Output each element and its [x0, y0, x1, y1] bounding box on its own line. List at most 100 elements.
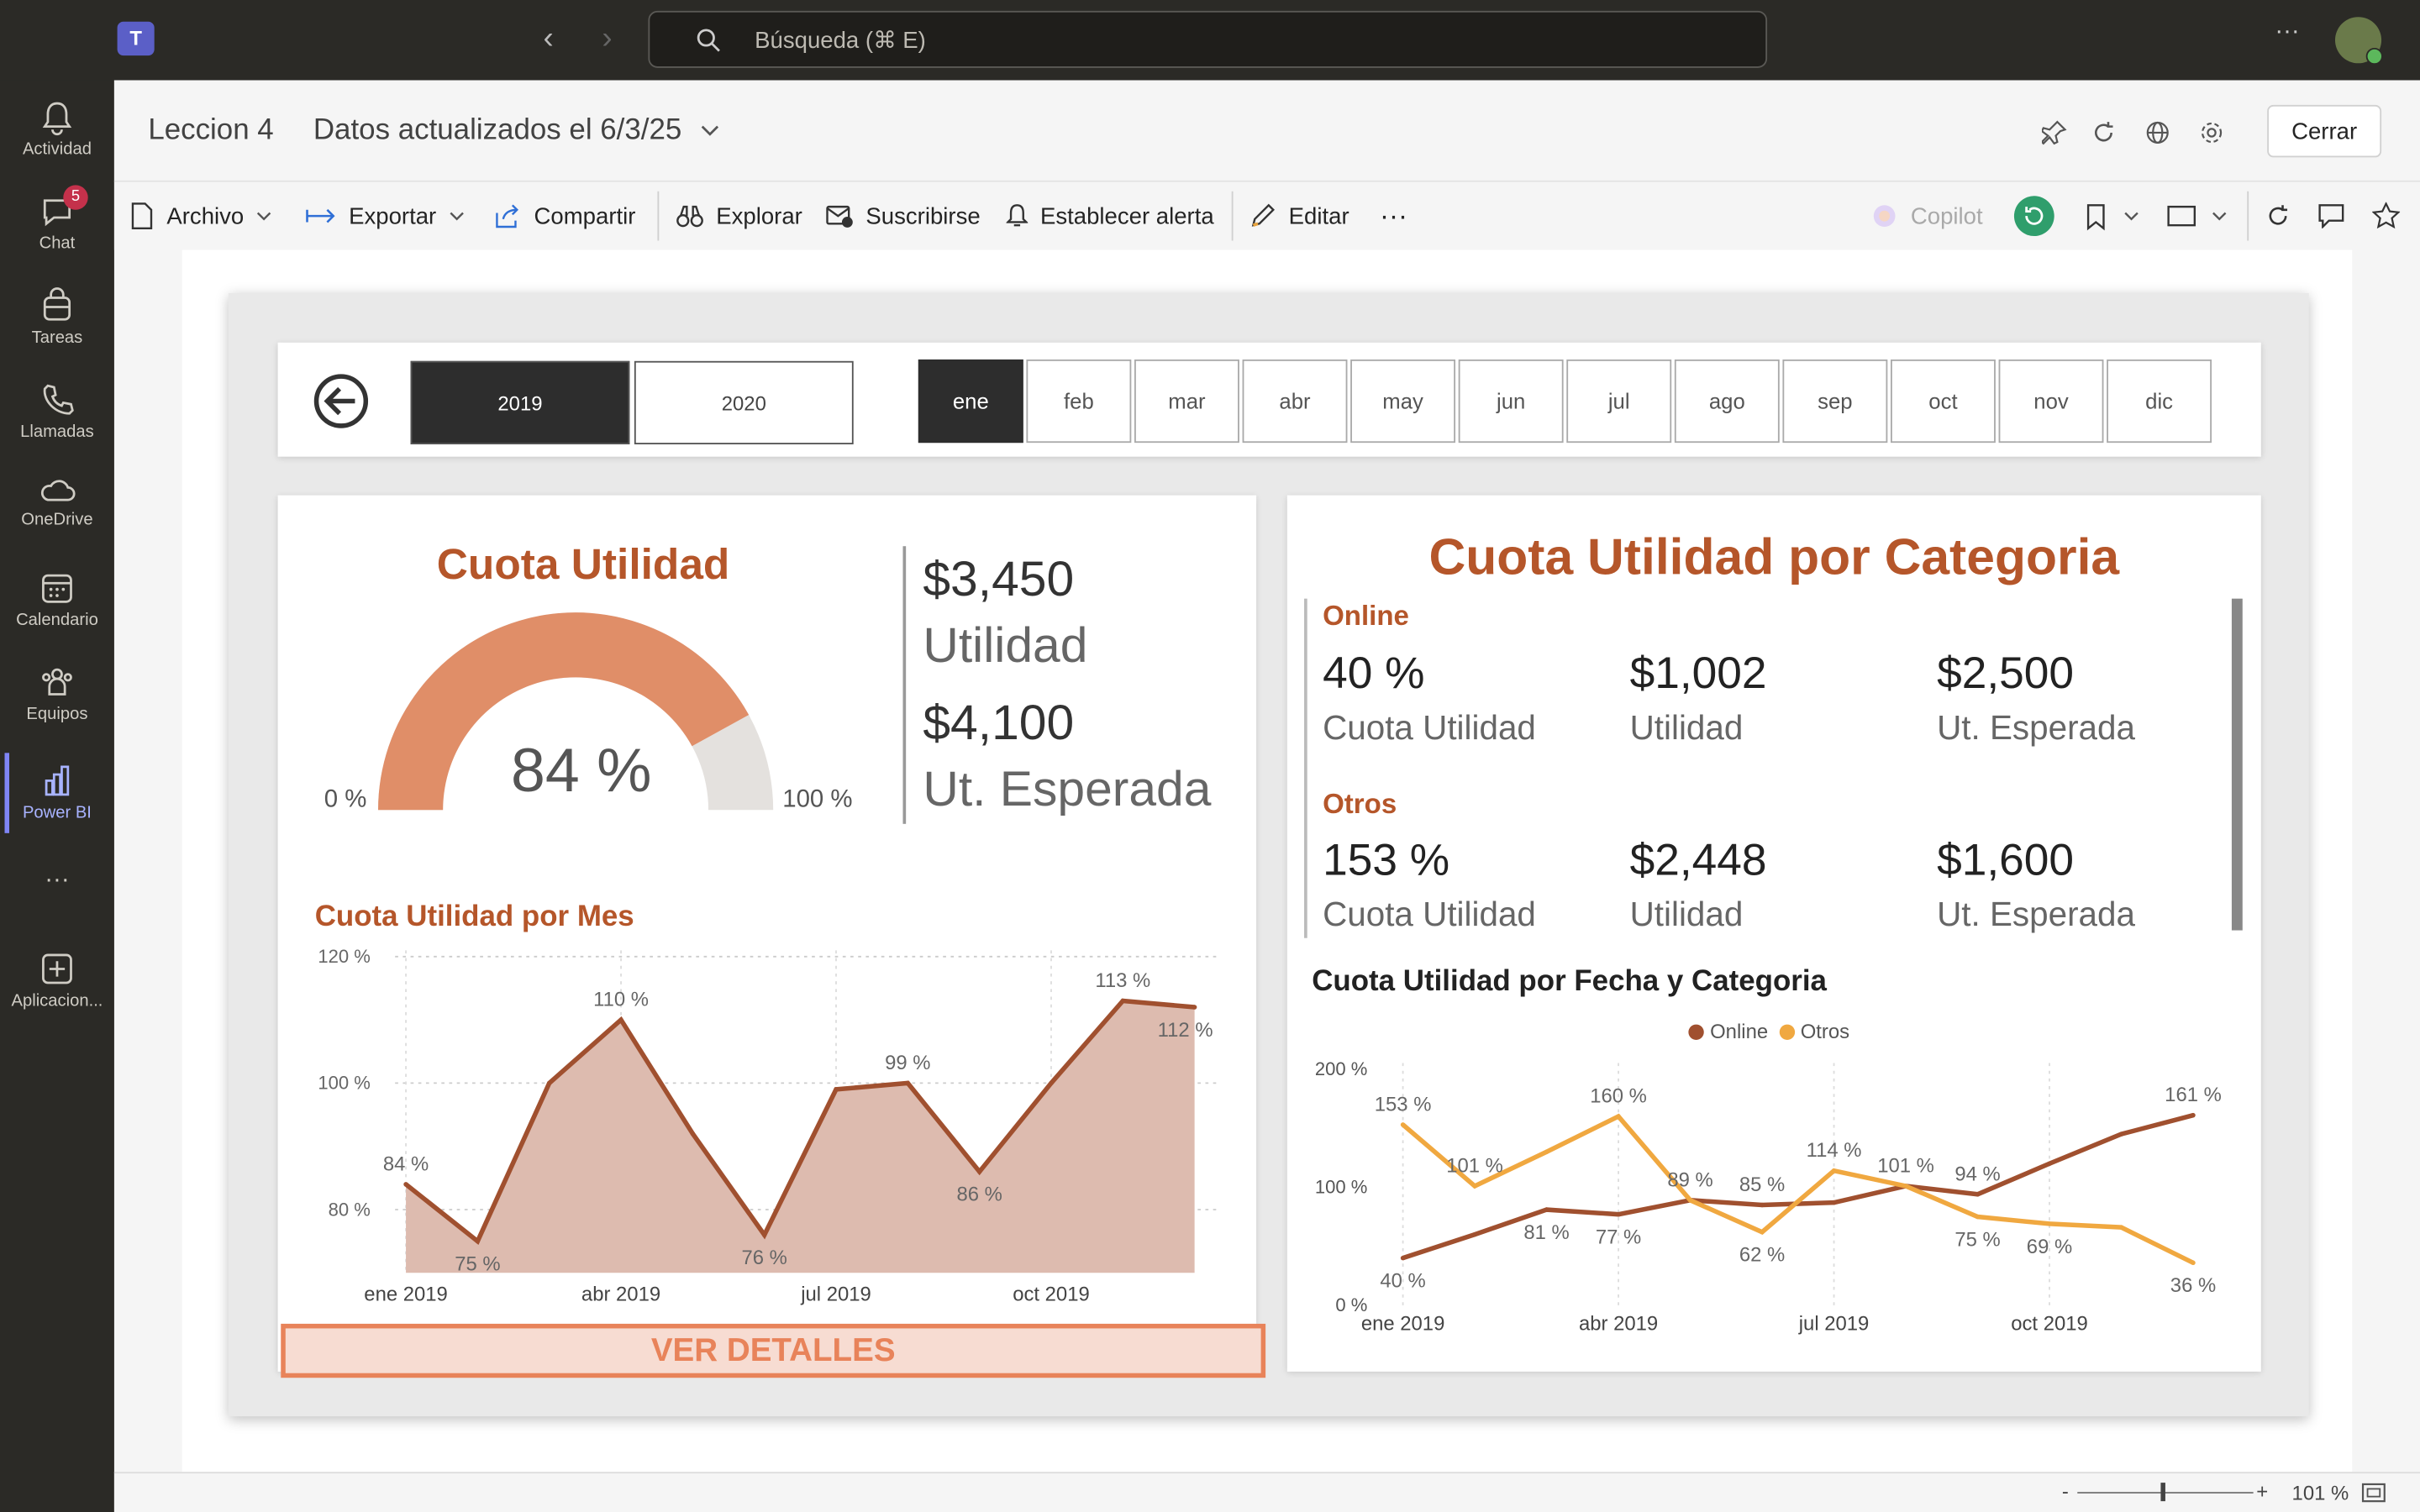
reset-icon[interactable]: [2013, 196, 2054, 237]
area-chart-title: Cuota Utilidad por Mes: [314, 900, 634, 934]
refresh-visual-icon[interactable]: [2265, 203, 2290, 228]
online-utilidad-label: Utilidad: [1629, 708, 1744, 747]
area-chart: 80 % 100 % 120 % ene 2019 abr 2019 jul 2019 oc…: [318, 946, 1217, 1305]
view-icon[interactable]: [2167, 205, 2198, 227]
fit-page-icon[interactable]: [2361, 1483, 2386, 1503]
rail-item-calendario[interactable]: Calendario: [0, 560, 114, 650]
exportar-label: Exportar: [349, 202, 437, 229]
zoom-out-button[interactable]: -: [2062, 1479, 2069, 1503]
data-label: 85 %: [1739, 1173, 1785, 1196]
month-slicer-ene[interactable]: ene: [918, 359, 1023, 444]
add-apps-icon: [42, 953, 72, 984]
x-tick-label: oct 2019: [2011, 1312, 2088, 1335]
data-point: [2047, 1221, 2052, 1226]
app-rail: Actividad Chat 5 Tareas Llamadas OneDriv…: [0, 80, 114, 1512]
chevron-down-icon: [449, 212, 464, 221]
rail-item-onedrive[interactable]: OneDrive: [0, 466, 114, 556]
month-slicer-jul[interactable]: jul: [1566, 359, 1672, 444]
categoria-scrollbar[interactable]: [2231, 598, 2243, 931]
y-tick-label: 80 %: [329, 1199, 371, 1220]
forward-arrow-icon[interactable]: ›: [602, 22, 612, 57]
categoria-divider: [1304, 598, 1307, 938]
data-label: 62 %: [1739, 1244, 1785, 1267]
data-point: [1120, 998, 1126, 1004]
chevron-down-icon[interactable]: [2123, 212, 2139, 221]
rail-item-powerbi[interactable]: Power BI: [0, 753, 114, 843]
bookmark-icon[interactable]: [2085, 203, 2107, 231]
chevron-down-icon[interactable]: [2212, 212, 2227, 221]
explorar-button[interactable]: Explorar: [676, 182, 802, 250]
month-slicer-oct[interactable]: oct: [1891, 359, 1996, 444]
data-point: [690, 1131, 696, 1137]
otros-utilidad: $2,448: [1629, 836, 1767, 886]
settings-gear-icon[interactable]: [2199, 120, 2223, 144]
month-slicer-nov[interactable]: nov: [1998, 359, 2104, 444]
more-toolbar-button[interactable]: ···: [1380, 182, 1407, 250]
line-chart-legend: Online Otros: [1688, 1020, 1849, 1043]
esperada-label: Ut. Esperada: [923, 760, 1212, 816]
compartir-button[interactable]: Compartir: [494, 182, 635, 250]
close-button[interactable]: Cerrar: [2267, 104, 2382, 158]
month-slicer-feb[interactable]: feb: [1026, 359, 1132, 444]
ver-detalles-button[interactable]: VER DETALLES: [281, 1323, 1266, 1378]
utilidad-value: $3,450: [923, 550, 1075, 606]
data-label: 36 %: [2170, 1274, 2216, 1297]
zoom-level: 101 %: [2291, 1481, 2349, 1504]
month-slicer-ago[interactable]: ago: [1674, 359, 1780, 444]
favorite-star-icon[interactable]: [2372, 202, 2401, 230]
rail-item-actividad[interactable]: Actividad: [0, 90, 114, 180]
back-arrow-circle-icon[interactable]: [313, 373, 369, 428]
online-cuota: 40 %: [1323, 649, 1425, 700]
archivo-menu[interactable]: Archivo: [129, 182, 271, 250]
month-slicer-jun[interactable]: jun: [1458, 359, 1564, 444]
month-slicer-may[interactable]: may: [1350, 359, 1456, 444]
data-point: [761, 1232, 767, 1237]
chat-badge: 5: [63, 185, 88, 210]
x-tick-label: ene 2019: [1361, 1312, 1445, 1335]
editar-button[interactable]: Editar: [1249, 182, 1349, 250]
more-options-icon[interactable]: ···: [2275, 18, 2299, 46]
x-tick-label: abr 2019: [1579, 1312, 1658, 1335]
search-placeholder: Búsqueda (⌘ E): [755, 27, 926, 54]
search-input[interactable]: Búsqueda (⌘ E): [648, 10, 1768, 68]
data-point: [1831, 1200, 1837, 1205]
comment-icon[interactable]: [2318, 203, 2346, 228]
otros-cuota-label: Cuota Utilidad: [1323, 895, 1536, 934]
globe-icon[interactable]: [2145, 120, 2170, 144]
establecer-alerta-button[interactable]: Establecer alerta: [1006, 182, 1214, 250]
report-title: Leccion 4: [148, 113, 274, 147]
data-point: [834, 1087, 839, 1092]
data-point: [1400, 1255, 1406, 1261]
year-slicer-2020[interactable]: 2020: [634, 360, 854, 444]
rail-item-chat[interactable]: Chat 5: [0, 184, 114, 274]
y-tick-label: 120 %: [318, 946, 370, 967]
refresh-icon[interactable]: [2091, 120, 2116, 144]
rail-item-tareas[interactable]: Tareas: [0, 278, 114, 368]
data-point: [1760, 1230, 1765, 1235]
divider: [1231, 191, 1234, 241]
month-slicer-abr[interactable]: abr: [1242, 359, 1348, 444]
suscribirse-button[interactable]: Suscribirse: [826, 182, 981, 250]
data-label: 86 %: [956, 1184, 1002, 1206]
pin-icon[interactable]: [2042, 120, 2067, 145]
explorar-label: Explorar: [716, 202, 802, 229]
copilot-button[interactable]: Copilot: [1870, 182, 1983, 250]
data-point: [1544, 1149, 1549, 1154]
data-updated-dropdown[interactable]: Datos actualizados el 6/3/25: [313, 114, 719, 148]
year-slicer-2019[interactable]: 2019: [410, 360, 630, 444]
rail-item-equipos[interactable]: Equipos: [0, 654, 114, 744]
rail-item-llamadas[interactable]: Llamadas: [0, 372, 114, 462]
y-tick-label: 200 %: [1315, 1058, 1367, 1079]
data-point: [1400, 1122, 1406, 1127]
back-arrow-icon[interactable]: ‹: [544, 22, 554, 57]
rail-item-aplicaciones[interactable]: Aplicacion...: [0, 941, 114, 1031]
exportar-menu[interactable]: Exportar: [306, 182, 465, 250]
month-slicer-dic[interactable]: dic: [2107, 359, 2212, 444]
data-point: [475, 1238, 481, 1244]
month-slicer-sep[interactable]: sep: [1782, 359, 1888, 444]
otros-utilidad-label: Utilidad: [1629, 895, 1744, 934]
data-point: [1760, 1202, 1765, 1208]
zoom-in-button[interactable]: +: [2256, 1479, 2268, 1503]
zoom-slider-thumb[interactable]: [2160, 1483, 2165, 1502]
month-slicer-mar[interactable]: mar: [1134, 359, 1239, 444]
